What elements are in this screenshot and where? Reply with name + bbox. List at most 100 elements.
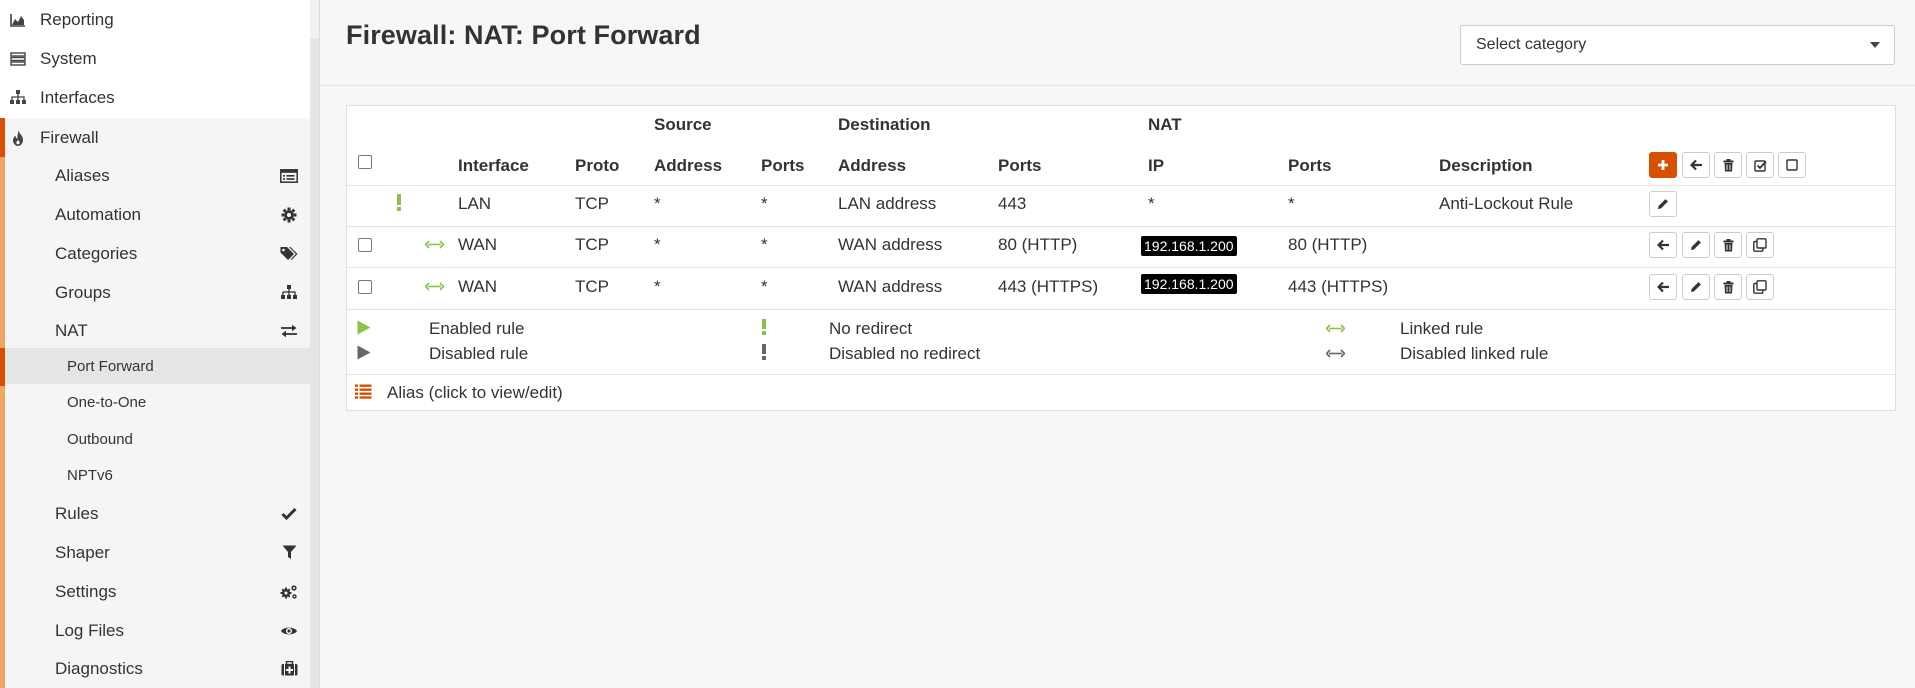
sidebar-item-nat[interactable]: NAT xyxy=(0,311,310,350)
sidebar-item-label: Settings xyxy=(55,581,117,601)
move-rule-button[interactable] xyxy=(1649,274,1677,300)
sidebar-item-label: Firewall xyxy=(40,127,99,147)
sidebar-item-interfaces[interactable]: Interfaces xyxy=(0,78,310,117)
move-selected-button[interactable] xyxy=(1682,152,1710,178)
sidebar-item-shaper[interactable]: Shaper xyxy=(0,533,310,572)
cell-proto: TCP xyxy=(575,235,609,254)
cell-proto: TCP xyxy=(575,194,609,213)
trash-icon xyxy=(1723,280,1733,293)
edit-rule-button[interactable] xyxy=(1682,274,1710,300)
cell-source-address: * xyxy=(654,194,661,213)
cell-destination-address: WAN address xyxy=(838,277,943,296)
sidebar-item-label: Groups xyxy=(55,282,111,302)
sidebar-item-firewall[interactable]: Firewall xyxy=(0,118,310,157)
column-header-nat-ip[interactable]: IP xyxy=(1148,156,1164,176)
sidebar-item-one-to-one[interactable]: One-to-One xyxy=(0,384,310,420)
column-header-description[interactable]: Description xyxy=(1439,156,1533,176)
sidebar-item-port-forward[interactable]: Port Forward xyxy=(0,348,310,384)
sidebar-item-diagnostics[interactable]: Diagnostics xyxy=(0,649,310,688)
group-header-nat: NAT xyxy=(1148,115,1182,134)
nat-ip-tag[interactable]: 192.168.1.200 xyxy=(1141,274,1237,294)
move-rule-button[interactable] xyxy=(1649,232,1677,258)
sidebar-item-aliases[interactable]: Aliases xyxy=(0,156,310,195)
sidebar-item-log-files[interactable]: Log Files xyxy=(0,611,310,650)
legend-disabled-linked-rule: Disabled linked rule xyxy=(1400,344,1549,363)
column-header-source-ports[interactable]: Ports xyxy=(761,156,804,176)
cell-interface: WAN xyxy=(458,277,498,296)
sidebar-item-label: NAT xyxy=(55,320,88,340)
edit-rule-button[interactable] xyxy=(1649,191,1677,217)
group-header-source: Source xyxy=(654,115,712,134)
header-divider xyxy=(320,85,1915,86)
filter-icon xyxy=(280,544,298,562)
trash-icon xyxy=(1723,238,1733,251)
arrow-left-icon xyxy=(1656,281,1669,293)
check-icon xyxy=(280,505,298,523)
cell-interface: WAN xyxy=(458,235,498,254)
nat-ip-tag[interactable]: 192.168.1.200 xyxy=(1141,236,1237,256)
cell-source-ports: * xyxy=(761,194,768,213)
sitemap-icon xyxy=(10,90,26,106)
sidebar-item-automation[interactable]: Automation xyxy=(0,195,310,234)
cell-description: Anti-Lockout Rule xyxy=(1439,194,1574,213)
enable-selected-button[interactable] xyxy=(1746,152,1774,178)
group-header-destination: Destination xyxy=(838,115,931,134)
row-select-checkbox[interactable] xyxy=(358,280,372,294)
pencil-icon xyxy=(1691,240,1701,250)
column-header-interface[interactable]: Interface xyxy=(458,156,529,176)
column-header-source-address[interactable]: Address xyxy=(654,156,722,176)
cell-destination-ports: 80 (HTTP) xyxy=(998,235,1078,254)
delete-selected-button[interactable] xyxy=(1714,152,1742,178)
server-icon xyxy=(10,51,26,67)
sidebar-item-outbound[interactable]: Outbound xyxy=(0,421,310,457)
sidebar-item-groups[interactable]: Groups xyxy=(0,273,310,312)
disable-selected-button[interactable] xyxy=(1778,152,1806,178)
delete-rule-button[interactable] xyxy=(1714,232,1742,258)
column-header-destination-address[interactable]: Address xyxy=(838,156,906,176)
sidebar-item-label: Port Forward xyxy=(67,357,154,375)
row-divider xyxy=(347,309,1895,310)
list-icon xyxy=(355,384,372,399)
delete-rule-button[interactable] xyxy=(1714,274,1742,300)
legend-alias: Alias (click to view/edit) xyxy=(387,383,563,402)
add-rule-button[interactable] xyxy=(1649,152,1677,178)
page-title: Firewall: NAT: Port Forward xyxy=(346,20,701,50)
sidebar-item-settings[interactable]: Settings xyxy=(0,572,310,611)
clone-rule-button[interactable] xyxy=(1746,232,1774,258)
sidebar-item-label: Categories xyxy=(55,243,138,263)
edit-rule-button[interactable] xyxy=(1682,232,1710,258)
legend-enabled-rule: Enabled rule xyxy=(429,319,525,338)
clone-rule-button[interactable] xyxy=(1746,274,1774,300)
gear-icon xyxy=(280,206,298,224)
fire-icon xyxy=(10,129,26,146)
linked-rule-icon xyxy=(1326,324,1345,333)
column-header-proto[interactable]: Proto xyxy=(575,156,619,176)
category-select[interactable]: Select category xyxy=(1460,25,1895,65)
sidebar-item-rules[interactable]: Rules xyxy=(0,494,310,533)
no-redirect-icon xyxy=(397,194,401,211)
sidebar-item-label: Rules xyxy=(55,503,99,523)
row-divider xyxy=(347,185,1895,186)
sidebar-item-reporting[interactable]: Reporting xyxy=(0,0,310,39)
cell-destination-ports: 443 (HTTPS) xyxy=(998,277,1099,296)
sidebar-item-system[interactable]: System xyxy=(0,39,310,78)
pencil-icon xyxy=(1658,199,1668,209)
select-all-checkbox[interactable] xyxy=(358,155,372,169)
arrow-left-icon xyxy=(1689,159,1702,171)
linked-rule-icon xyxy=(425,282,444,291)
sidebar-item-label: Log Files xyxy=(55,620,124,640)
column-header-destination-ports[interactable]: Ports xyxy=(998,156,1041,176)
column-header-nat-ports[interactable]: Ports xyxy=(1288,156,1331,176)
sidebar-item-label: System xyxy=(40,48,97,68)
row-divider xyxy=(347,226,1895,227)
sidebar-item-label: One-to-One xyxy=(67,393,147,411)
sidebar-item-nptv6[interactable]: NPTv6 xyxy=(0,457,310,493)
cell-source-ports: * xyxy=(761,277,768,296)
cell-source-address: * xyxy=(654,235,661,254)
active-item-bar xyxy=(0,348,5,386)
cell-destination-ports: 443 xyxy=(998,194,1027,213)
list-alt-icon xyxy=(280,167,298,185)
cell-nat-ip: * xyxy=(1148,194,1155,213)
row-select-checkbox[interactable] xyxy=(358,238,372,252)
sidebar-item-categories[interactable]: Categories xyxy=(0,234,310,273)
